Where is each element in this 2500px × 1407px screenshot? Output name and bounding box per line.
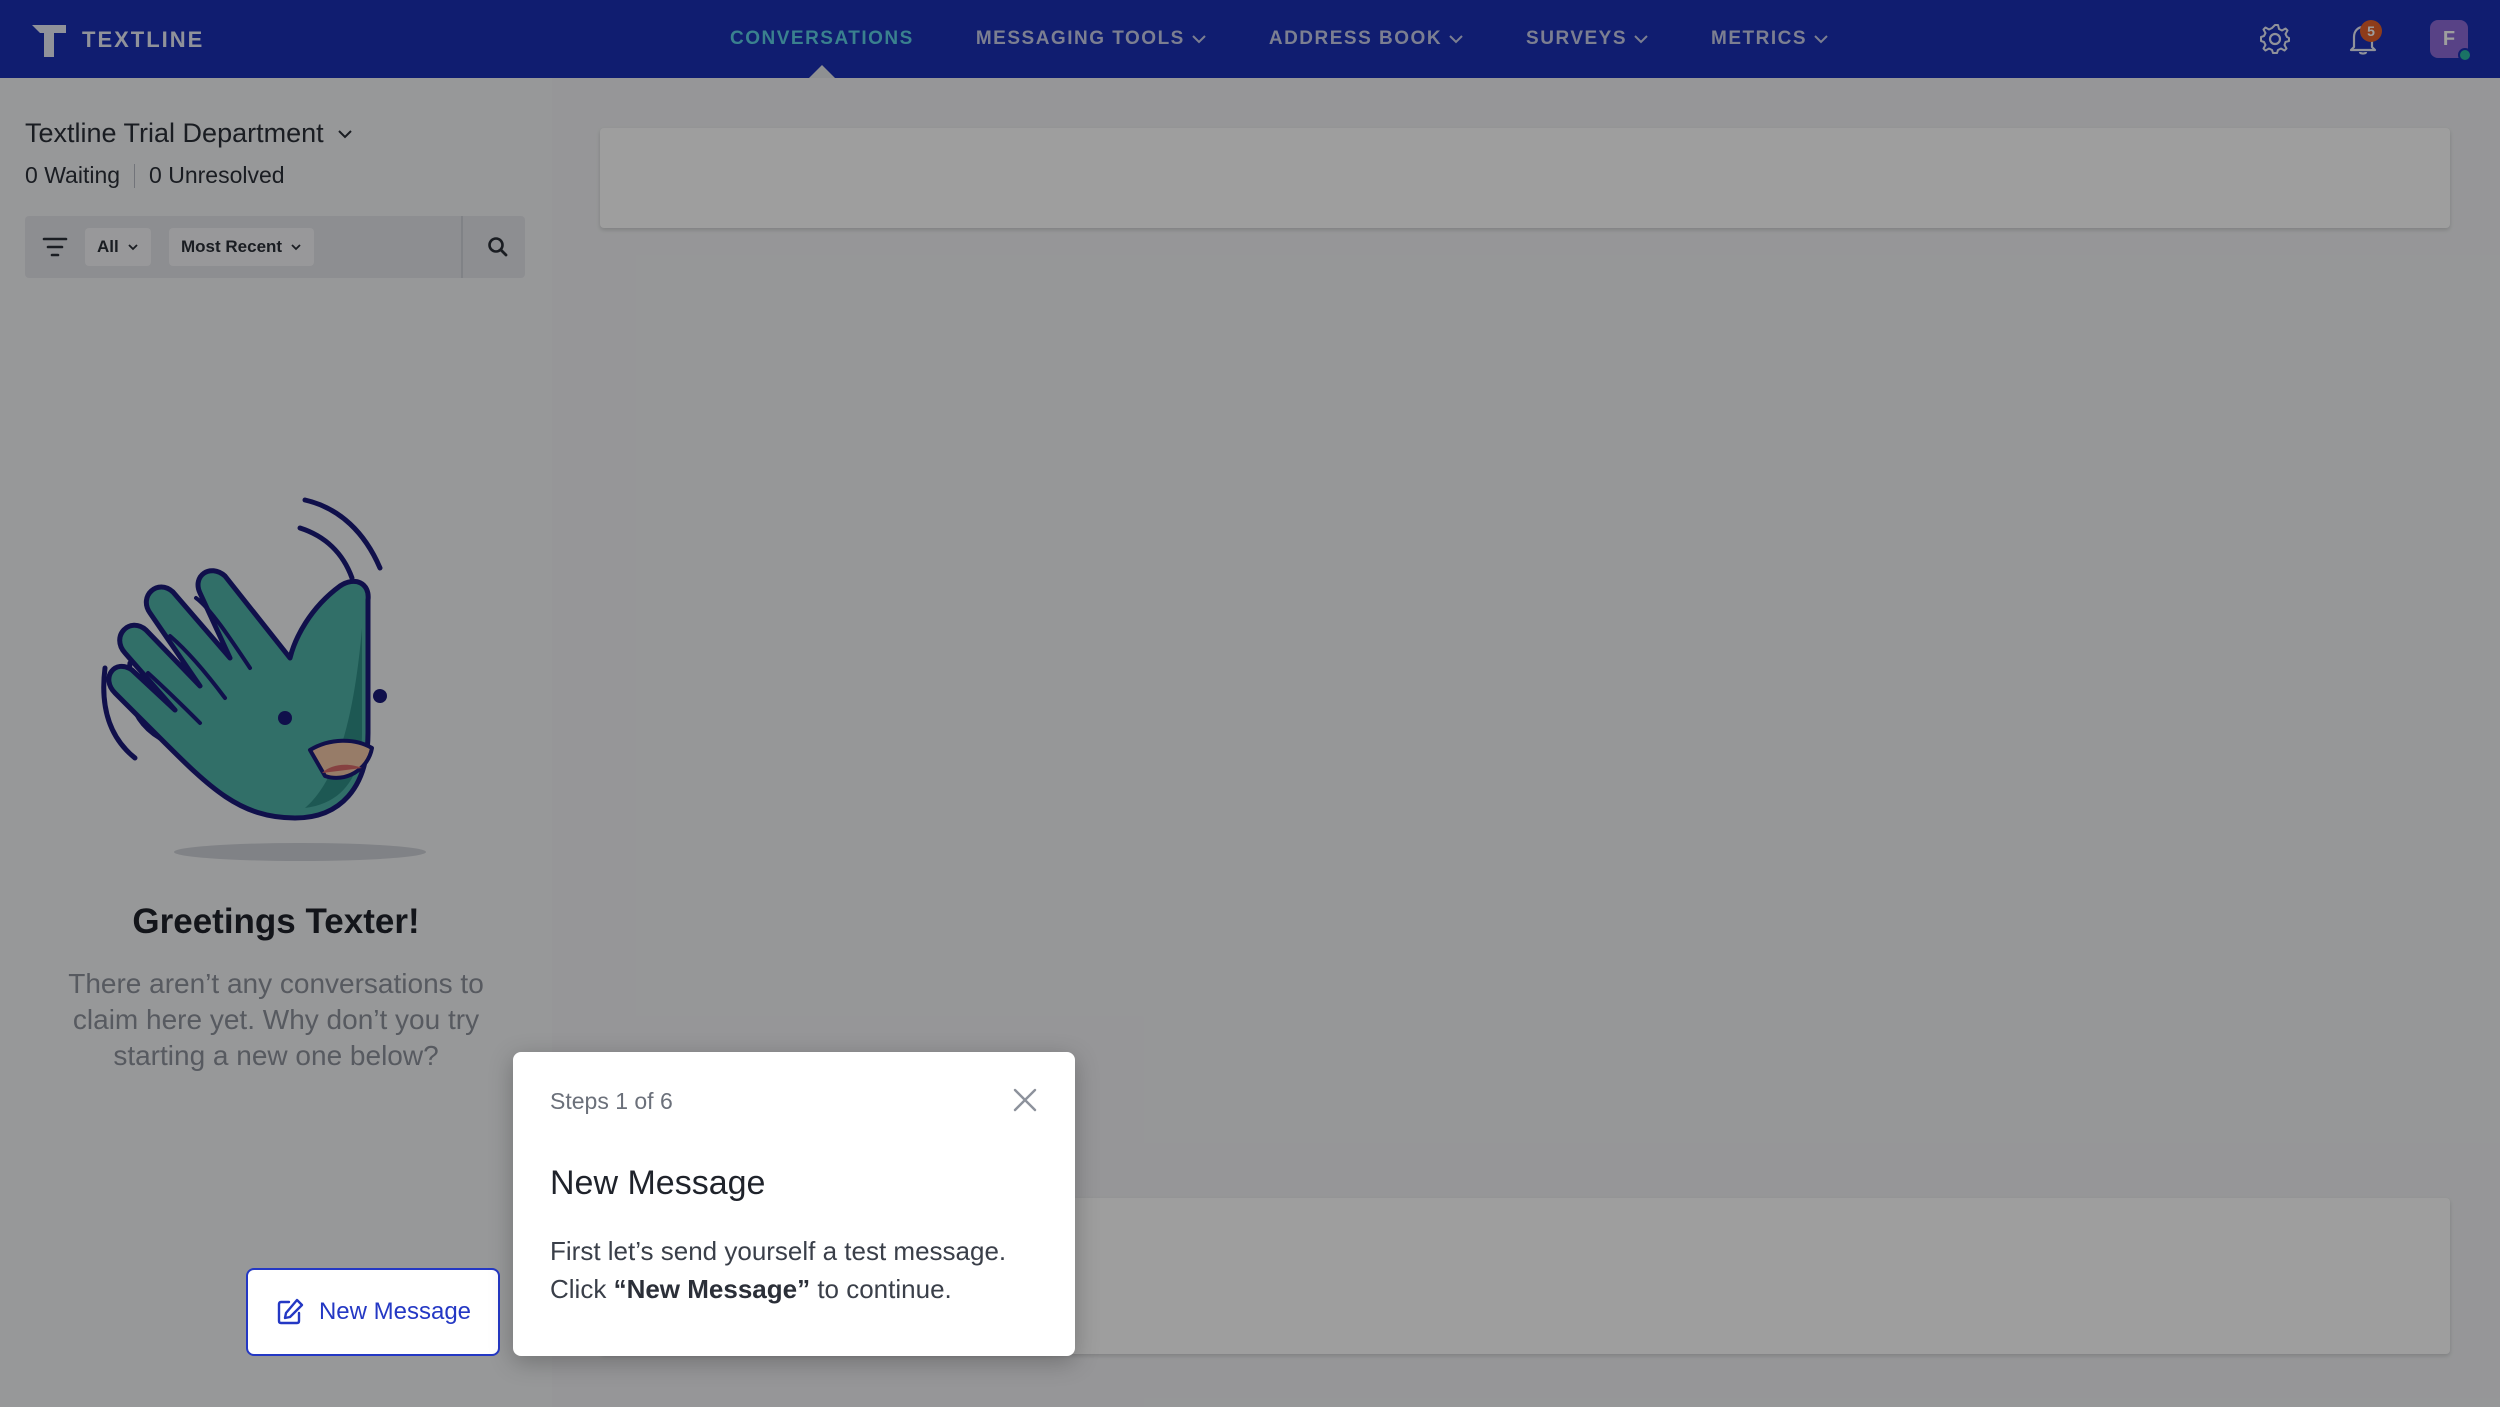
tour-body-line1: First let’s send yourself a test message… xyxy=(550,1236,1007,1266)
close-icon[interactable] xyxy=(1011,1086,1039,1114)
compose-icon xyxy=(277,1298,304,1325)
tour-popover: Steps 1 of 6 New Message First let’s sen… xyxy=(513,1052,1075,1356)
tour-body-highlight: “New Message” xyxy=(613,1274,811,1304)
tour-body-click: Click xyxy=(550,1274,614,1304)
tour-title: New Message xyxy=(550,1164,766,1202)
new-message-label: New Message xyxy=(318,1298,472,1325)
tour-overlay[interactable] xyxy=(0,0,2500,1407)
tour-step-counter: Steps 1 of 6 xyxy=(550,1088,673,1114)
tour-body: First let’s send yourself a test message… xyxy=(550,1232,1050,1308)
tour-body-end: to continue. xyxy=(810,1274,952,1304)
tour-body-line2: Click “New Message” to continue. xyxy=(550,1270,1050,1308)
new-message-button[interactable]: New Message xyxy=(246,1268,500,1356)
